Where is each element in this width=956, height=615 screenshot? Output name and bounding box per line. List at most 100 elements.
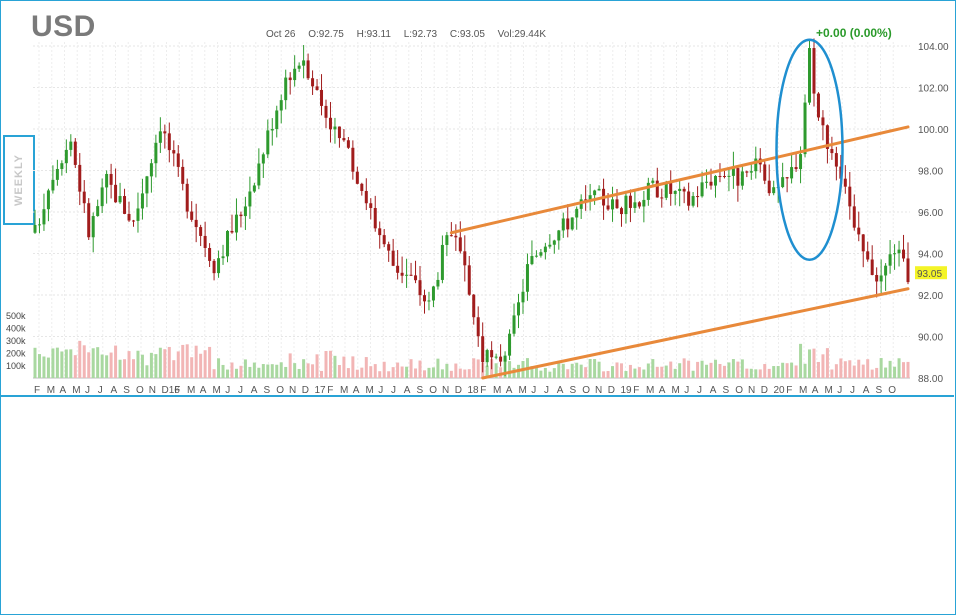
candle-body — [127, 213, 131, 221]
volume-bar — [539, 370, 543, 378]
volume-bar — [145, 365, 149, 378]
candle-body — [194, 219, 198, 228]
price-tick-label: 90.00 — [918, 333, 943, 344]
time-tick-label: J — [837, 385, 842, 396]
candle-body — [803, 102, 807, 155]
candle-body — [463, 251, 467, 266]
volume-bar — [337, 365, 341, 378]
candle-body — [234, 214, 238, 233]
volume-bar — [96, 347, 100, 378]
candle-body — [275, 110, 279, 130]
price-tick-label: 88.00 — [918, 374, 943, 385]
price-axis: 104.00 102.00 100.00 98.00 96.00 94.00 92.00 90… — [918, 42, 949, 385]
volume-bar — [167, 346, 171, 378]
candle-body — [378, 228, 382, 236]
volume-bar — [252, 362, 256, 378]
volume-bar — [69, 349, 73, 378]
volume-bar — [266, 364, 270, 378]
volume-bar — [100, 354, 104, 378]
time-tick-label: J — [697, 385, 702, 396]
volume-bar — [575, 362, 579, 378]
volume-bar — [234, 368, 238, 378]
volume-bar — [660, 366, 664, 378]
volume-bar — [588, 358, 592, 378]
time-tick-label: D — [608, 385, 615, 396]
time-tick-label: A — [200, 385, 207, 396]
candle-body — [382, 235, 386, 245]
price-tick-label: 92.00 — [918, 291, 943, 302]
volume-bar — [243, 359, 247, 378]
volume-bar — [570, 363, 574, 378]
candle-body — [682, 188, 686, 192]
volume-bar — [279, 362, 283, 378]
price-tick-label: 96.00 — [918, 208, 943, 219]
candle-body — [808, 48, 812, 103]
volume-bar — [373, 364, 377, 378]
volume-bar — [64, 349, 68, 378]
candle-body — [812, 48, 816, 94]
time-tick-label: A — [863, 385, 870, 396]
volume-bar — [861, 364, 865, 378]
time-tick-label: J — [85, 385, 90, 396]
trendline-upper — [449, 125, 910, 235]
time-tick-label: S — [123, 385, 130, 396]
volume-bar — [781, 362, 785, 378]
volume-bar — [78, 340, 82, 378]
candle-body — [369, 203, 373, 209]
candle-body — [418, 280, 422, 296]
volume-bar — [651, 359, 655, 378]
volume-bar — [727, 362, 731, 378]
volume-bar — [467, 369, 471, 378]
volume-bar — [705, 364, 709, 378]
volume-bar — [364, 357, 368, 378]
candle-body — [669, 182, 673, 194]
candle-body — [328, 117, 332, 130]
candle-body — [91, 216, 95, 238]
candle-body — [888, 254, 892, 266]
volume-bar — [149, 352, 153, 378]
volume-bar — [852, 365, 856, 378]
chart-grid — [33, 42, 910, 379]
candle-body — [472, 294, 476, 318]
candle-body — [651, 180, 655, 183]
candle-body — [570, 217, 574, 230]
candle-body — [499, 356, 503, 362]
candle-body — [364, 190, 368, 204]
candle-body — [60, 163, 64, 169]
volume-bar — [400, 366, 404, 378]
candle-body — [257, 163, 261, 186]
time-axis: F M A M J J A S O N D16F M A M J J A S O N D 17 F M A M J J A S O N D 18 F… — [34, 385, 896, 396]
candle-body — [512, 315, 516, 334]
volume-bar — [360, 367, 364, 378]
time-tick-label: M — [366, 385, 374, 396]
volume-bar — [897, 358, 901, 378]
volume-bar — [619, 363, 623, 378]
candle-body — [709, 181, 713, 186]
volume-bar — [131, 359, 135, 378]
volume-bar — [566, 369, 570, 378]
volume-bar — [700, 360, 704, 378]
candle-body — [628, 195, 632, 208]
volume-bar — [172, 360, 176, 378]
volume-bar — [248, 366, 252, 378]
price-chart[interactable]: 104.00 102.00 100.00 98.00 96.00 94.00 92.00 90… — [0, 0, 956, 400]
candle-body — [866, 251, 870, 260]
candle-body — [449, 235, 453, 237]
candle-body — [906, 258, 910, 283]
candle-body — [794, 167, 798, 170]
candle-body — [405, 274, 409, 276]
volume-bar — [561, 363, 565, 378]
price-tick-label: 98.00 — [918, 167, 943, 178]
candle-body — [320, 89, 324, 106]
volume-bar — [109, 352, 113, 378]
candle-body — [673, 191, 677, 194]
volume-bar — [136, 350, 140, 378]
time-tick-label: A — [710, 385, 717, 396]
volume-bar — [440, 369, 444, 378]
volume-bar — [812, 348, 816, 378]
candle-body — [261, 154, 265, 164]
candle-body — [422, 295, 426, 302]
candle-body — [624, 195, 628, 215]
candle-body — [96, 206, 100, 217]
volume-bar — [731, 359, 735, 378]
